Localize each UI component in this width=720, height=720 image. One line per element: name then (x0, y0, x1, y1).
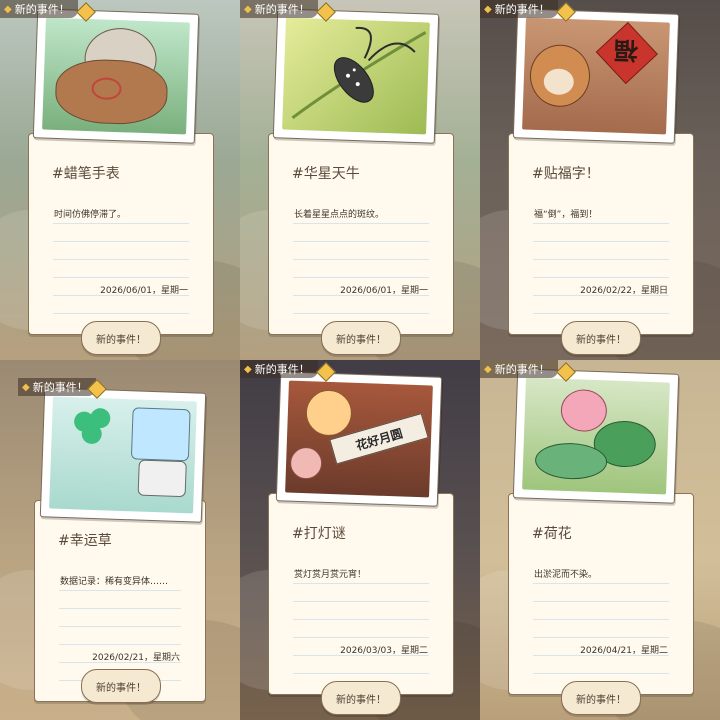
event-collage: #蜡笔手表 时间仿佛停滞了。 2026/06/01，星期一 ◆ 新的事件！ 新的… (0, 0, 720, 720)
diamond-icon: ◆ (484, 363, 492, 375)
note-card: #荷花 出淤泥而不染。 2026/04/21，星期二 (508, 493, 694, 695)
event-card-lantern-riddle: #打灯谜 赏灯赏月赏元宵！ 2026/03/03，星期二 花好月圆 ◆ 新的事件… (240, 360, 480, 720)
header-label: 新的事件！ (494, 3, 550, 16)
diamond-icon: ◆ (244, 3, 252, 15)
note-card: #贴福字！ 福“倒”，福到！ 2026/02/22，星期日 (508, 133, 694, 335)
event-date: 2026/04/21，星期二 (580, 646, 668, 656)
fu-illustration: 福 (522, 17, 670, 135)
event-date: 2026/06/01，星期一 (100, 286, 188, 296)
event-photo (39, 387, 207, 523)
event-date: 2026/02/21，星期六 (92, 653, 180, 663)
diamond-icon: ◆ (4, 3, 12, 15)
new-event-button[interactable]: 新的事件！ (321, 681, 401, 715)
ruled-lines (533, 206, 669, 326)
note-card: #蜡笔手表 时间仿佛停滞了。 2026/06/01，星期一 (28, 133, 214, 335)
event-title: #贴福字！ (532, 166, 600, 182)
event-description: 出淤泥而不染。 (534, 570, 598, 580)
note-card: #打灯谜 赏灯赏月赏元宵！ 2026/03/03，星期二 (268, 493, 454, 695)
new-event-button[interactable]: 新的事件！ (81, 669, 161, 703)
clover-leaf (81, 423, 103, 445)
computer-base (137, 459, 187, 498)
new-event-button[interactable]: 新的事件！ (81, 321, 161, 355)
header-label: 新的事件！ (494, 363, 550, 376)
computer-screen (130, 407, 191, 462)
new-event-button[interactable]: 新的事件！ (561, 681, 641, 715)
diamond-icon: ◆ (22, 381, 30, 393)
event-description: 数据记录：稀有变异体…… (60, 577, 169, 587)
new-event-button[interactable]: 新的事件！ (561, 321, 641, 355)
event-date: 2026/03/03，星期二 (340, 646, 428, 656)
header-label: 新的事件！ (254, 363, 310, 376)
event-description: 赏灯赏月赏元宵！ (294, 570, 367, 580)
header-label: 新的事件！ (14, 3, 70, 16)
event-title: #荷花 (532, 526, 572, 542)
new-event-button[interactable]: 新的事件！ (321, 321, 401, 355)
mouse-figure (289, 446, 323, 480)
fu-character: 福 (613, 36, 639, 65)
ruled-lines (53, 206, 189, 326)
clover-illustration (49, 396, 197, 514)
event-description: 时间仿佛停滞了。 (54, 210, 127, 220)
event-photo (512, 368, 680, 504)
event-date: 2026/02/22，星期日 (580, 286, 668, 296)
event-photo (272, 8, 440, 144)
event-card-crayon-watch: #蜡笔手表 时间仿佛停滞了。 2026/06/01，星期一 ◆ 新的事件！ 新的… (0, 0, 240, 360)
event-header: ◆ 新的事件！ (240, 360, 318, 378)
lotus-flower (560, 388, 608, 433)
event-card-lotus: #荷花 出淤泥而不染。 2026/04/21，星期二 ◆ 新的事件！ 新的事件！ (480, 360, 720, 720)
event-photo: 花好月圆 (275, 371, 443, 507)
ruled-lines (533, 566, 669, 686)
event-description: 福“倒”，福到！ (534, 210, 598, 220)
event-description: 长着星星点点的斑纹。 (294, 210, 385, 220)
crayon-watch-illustration (42, 17, 190, 135)
ruled-lines (293, 566, 429, 686)
beetle-drawing (291, 26, 427, 120)
event-header: ◆ 新的事件！ (240, 0, 318, 18)
event-header: ◆ 新的事件！ (18, 378, 96, 396)
beetle-illustration (282, 17, 430, 135)
event-title: #打灯谜 (292, 526, 346, 542)
event-photo (32, 8, 200, 144)
header-label: 新的事件！ (32, 381, 88, 394)
event-title: #幸运草 (58, 533, 112, 549)
ruled-lines (293, 206, 429, 326)
lotus-illustration (522, 377, 670, 495)
diamond-icon: ◆ (244, 363, 252, 375)
lantern (305, 389, 353, 437)
event-header: ◆ 新的事件！ (480, 0, 558, 18)
event-date: 2026/06/01，星期一 (340, 286, 428, 296)
event-photo: 福 (512, 8, 680, 144)
event-card-lucky-clover: #幸运草 数据记录：稀有变异体…… 2026/02/21，星期六 ◆ 新的事件！… (0, 360, 240, 720)
note-card: #华星天牛 长着星星点点的斑纹。 2026/06/01，星期一 (268, 133, 454, 335)
header-label: 新的事件！ (254, 3, 310, 16)
event-header: ◆ 新的事件！ (0, 0, 78, 18)
event-card-fu-character: #贴福字！ 福“倒”，福到！ 2026/02/22，星期日 福 ◆ 新的事件！ … (480, 0, 720, 360)
event-title: #华星天牛 (292, 166, 360, 182)
lantern-riddle-illustration: 花好月圆 (285, 380, 433, 498)
event-header: ◆ 新的事件！ (480, 360, 558, 378)
event-title: #蜡笔手表 (52, 166, 120, 182)
event-card-longhorn-beetle: #华星天牛 长着星星点点的斑纹。 2026/06/01，星期一 ◆ 新的事件！ … (240, 0, 480, 360)
diamond-icon: ◆ (484, 3, 492, 15)
